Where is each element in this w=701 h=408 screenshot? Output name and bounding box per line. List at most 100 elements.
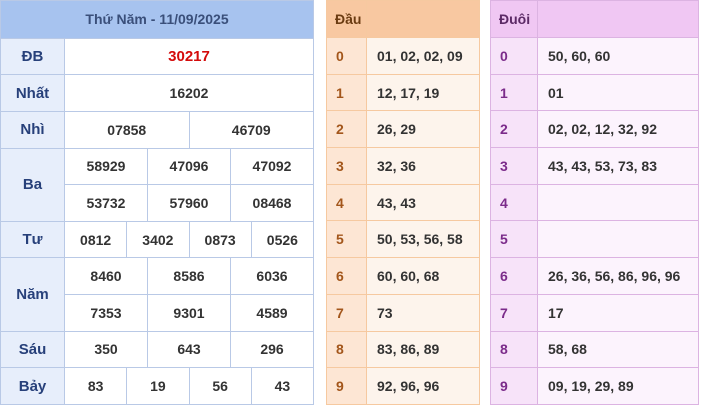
results-date-title: Thứ Năm - 11/09/2025 xyxy=(0,0,314,39)
duoi-row: 1 01 xyxy=(490,73,699,112)
prize-bay-number: 43 xyxy=(250,367,315,405)
prize-nhi-number: 07858 xyxy=(64,110,190,149)
prize-label-bay: Bảy xyxy=(0,367,65,405)
prize-nam-number: 6036 xyxy=(230,257,314,296)
dau-row: 6 60, 60, 68 xyxy=(326,257,480,295)
duoi-values: 50, 60, 60 xyxy=(537,37,699,75)
dau-row: 4 43, 43 xyxy=(326,183,480,222)
dau-header: Đầu xyxy=(326,0,367,38)
prize-label-tu: Tư xyxy=(0,220,65,259)
duoi-row: 2 02, 02, 12, 32, 92 xyxy=(490,110,699,149)
prize-label-db: ĐB xyxy=(0,37,65,76)
dau-values: 73 xyxy=(366,293,480,332)
dau-values: 83, 86, 89 xyxy=(366,330,480,369)
prize-nhat-number: 16202 xyxy=(64,74,314,112)
duoi-values: 43, 43, 53, 73, 83 xyxy=(537,147,699,185)
duoi-row: 3 43, 43, 53, 73, 83 xyxy=(490,147,699,185)
dau-digit: 9 xyxy=(326,367,367,405)
prize-tu-number: 0812 xyxy=(63,220,128,259)
dau-row: 3 32, 36 xyxy=(326,147,480,185)
prize-nhi-number: 46709 xyxy=(188,110,314,149)
dau-digit: 8 xyxy=(326,330,367,369)
prize-nam-number: 9301 xyxy=(147,294,231,332)
duoi-values: 09, 19, 29, 89 xyxy=(537,367,699,405)
dau-header-blank xyxy=(366,0,480,38)
duoi-row: 7 17 xyxy=(490,293,699,332)
duoi-digit: 8 xyxy=(490,330,538,369)
prize-tu-number: 3402 xyxy=(126,220,190,259)
dau-values: 43, 43 xyxy=(366,183,480,222)
prize-sau-number: 643 xyxy=(147,330,231,369)
duoi-digit: 2 xyxy=(490,110,538,149)
duoi-row: 6 26, 36, 56, 86, 96, 96 xyxy=(490,257,699,295)
dau-row: 7 73 xyxy=(326,293,480,332)
dau-digit: 0 xyxy=(326,37,367,75)
dau-row: 1 12, 17, 19 xyxy=(326,73,480,112)
prize-label-nhat: Nhất xyxy=(0,74,65,112)
prize-ba-number: 57960 xyxy=(147,184,231,222)
dau-row: 8 83, 86, 89 xyxy=(326,330,480,369)
prize-nam-number: 7353 xyxy=(64,294,148,332)
dau-digit: 4 xyxy=(326,183,367,222)
duoi-row: 0 50, 60, 60 xyxy=(490,37,699,75)
prize-nam-number: 4589 xyxy=(230,294,314,332)
prize-db-number: 30217 xyxy=(64,37,314,76)
duoi-values: 26, 36, 56, 86, 96, 96 xyxy=(537,257,699,295)
duoi-values: 17 xyxy=(537,293,699,332)
prize-label-nhi: Nhì xyxy=(0,110,65,149)
dau-values: 92, 96, 96 xyxy=(366,367,480,405)
lottery-results-table: Thứ Năm - 11/09/2025 ĐB 30217 Nhất 16202… xyxy=(0,0,315,405)
duoi-header: Đuôi xyxy=(490,0,538,38)
prize-tu-number: 0526 xyxy=(250,220,315,259)
prize-ba-number: 47092 xyxy=(230,147,314,186)
duoi-row: 8 58, 68 xyxy=(490,330,699,369)
dau-digit: 1 xyxy=(326,73,367,112)
dau-values: 60, 60, 68 xyxy=(366,257,480,295)
dau-table: Đầu 0 01, 02, 02, 09 1 12, 17, 19 2 26, 29 … xyxy=(326,0,480,405)
duoi-values: 02, 02, 12, 32, 92 xyxy=(537,110,699,149)
duoi-digit: 1 xyxy=(490,73,538,112)
dau-row: 9 92, 96, 96 xyxy=(326,367,480,405)
duoi-row: 9 09, 19, 29, 89 xyxy=(490,367,699,405)
prize-ba-number: 53732 xyxy=(64,184,148,222)
dau-digit: 5 xyxy=(326,220,367,259)
dau-row: 5 50, 53, 56, 58 xyxy=(326,220,480,259)
prize-sau-number: 350 xyxy=(64,330,148,369)
duoi-values xyxy=(537,220,699,259)
prize-nam-number: 8586 xyxy=(147,257,231,296)
duoi-digit: 3 xyxy=(490,147,538,185)
prize-bay-number: 83 xyxy=(63,367,128,405)
duoi-digit: 4 xyxy=(490,183,538,222)
prize-bay-number: 19 xyxy=(126,367,190,405)
prize-tu-number: 0873 xyxy=(188,220,252,259)
dau-digit: 2 xyxy=(326,110,367,149)
prize-ba-number: 47096 xyxy=(147,147,231,186)
duoi-values: 01 xyxy=(537,73,699,112)
dau-row: 0 01, 02, 02, 09 xyxy=(326,37,480,75)
dau-row: 2 26, 29 xyxy=(326,110,480,149)
duoi-values: 58, 68 xyxy=(537,330,699,369)
dau-values: 12, 17, 19 xyxy=(366,73,480,112)
prize-label-sau: Sáu xyxy=(0,330,65,369)
duoi-values xyxy=(537,183,699,222)
dau-digit: 6 xyxy=(326,257,367,295)
duoi-row: 4 xyxy=(490,183,699,222)
dau-values: 32, 36 xyxy=(366,147,480,185)
prize-bay-number: 56 xyxy=(188,367,252,405)
dau-values: 50, 53, 56, 58 xyxy=(366,220,480,259)
duoi-header-blank xyxy=(537,0,699,38)
dau-values: 26, 29 xyxy=(366,110,480,149)
duoi-digit: 0 xyxy=(490,37,538,75)
duoi-digit: 7 xyxy=(490,293,538,332)
prize-nam-number: 8460 xyxy=(64,257,148,296)
duoi-digit: 5 xyxy=(490,220,538,259)
duoi-digit: 9 xyxy=(490,367,538,405)
prize-label-ba: Ba xyxy=(0,147,65,222)
dau-values: 01, 02, 02, 09 xyxy=(366,37,480,75)
duoi-row: 5 xyxy=(490,220,699,259)
prize-ba-number: 08468 xyxy=(230,184,314,222)
prize-ba-number: 58929 xyxy=(64,147,148,186)
duoi-digit: 6 xyxy=(490,257,538,295)
prize-label-nam: Năm xyxy=(0,257,65,332)
dau-digit: 7 xyxy=(326,293,367,332)
